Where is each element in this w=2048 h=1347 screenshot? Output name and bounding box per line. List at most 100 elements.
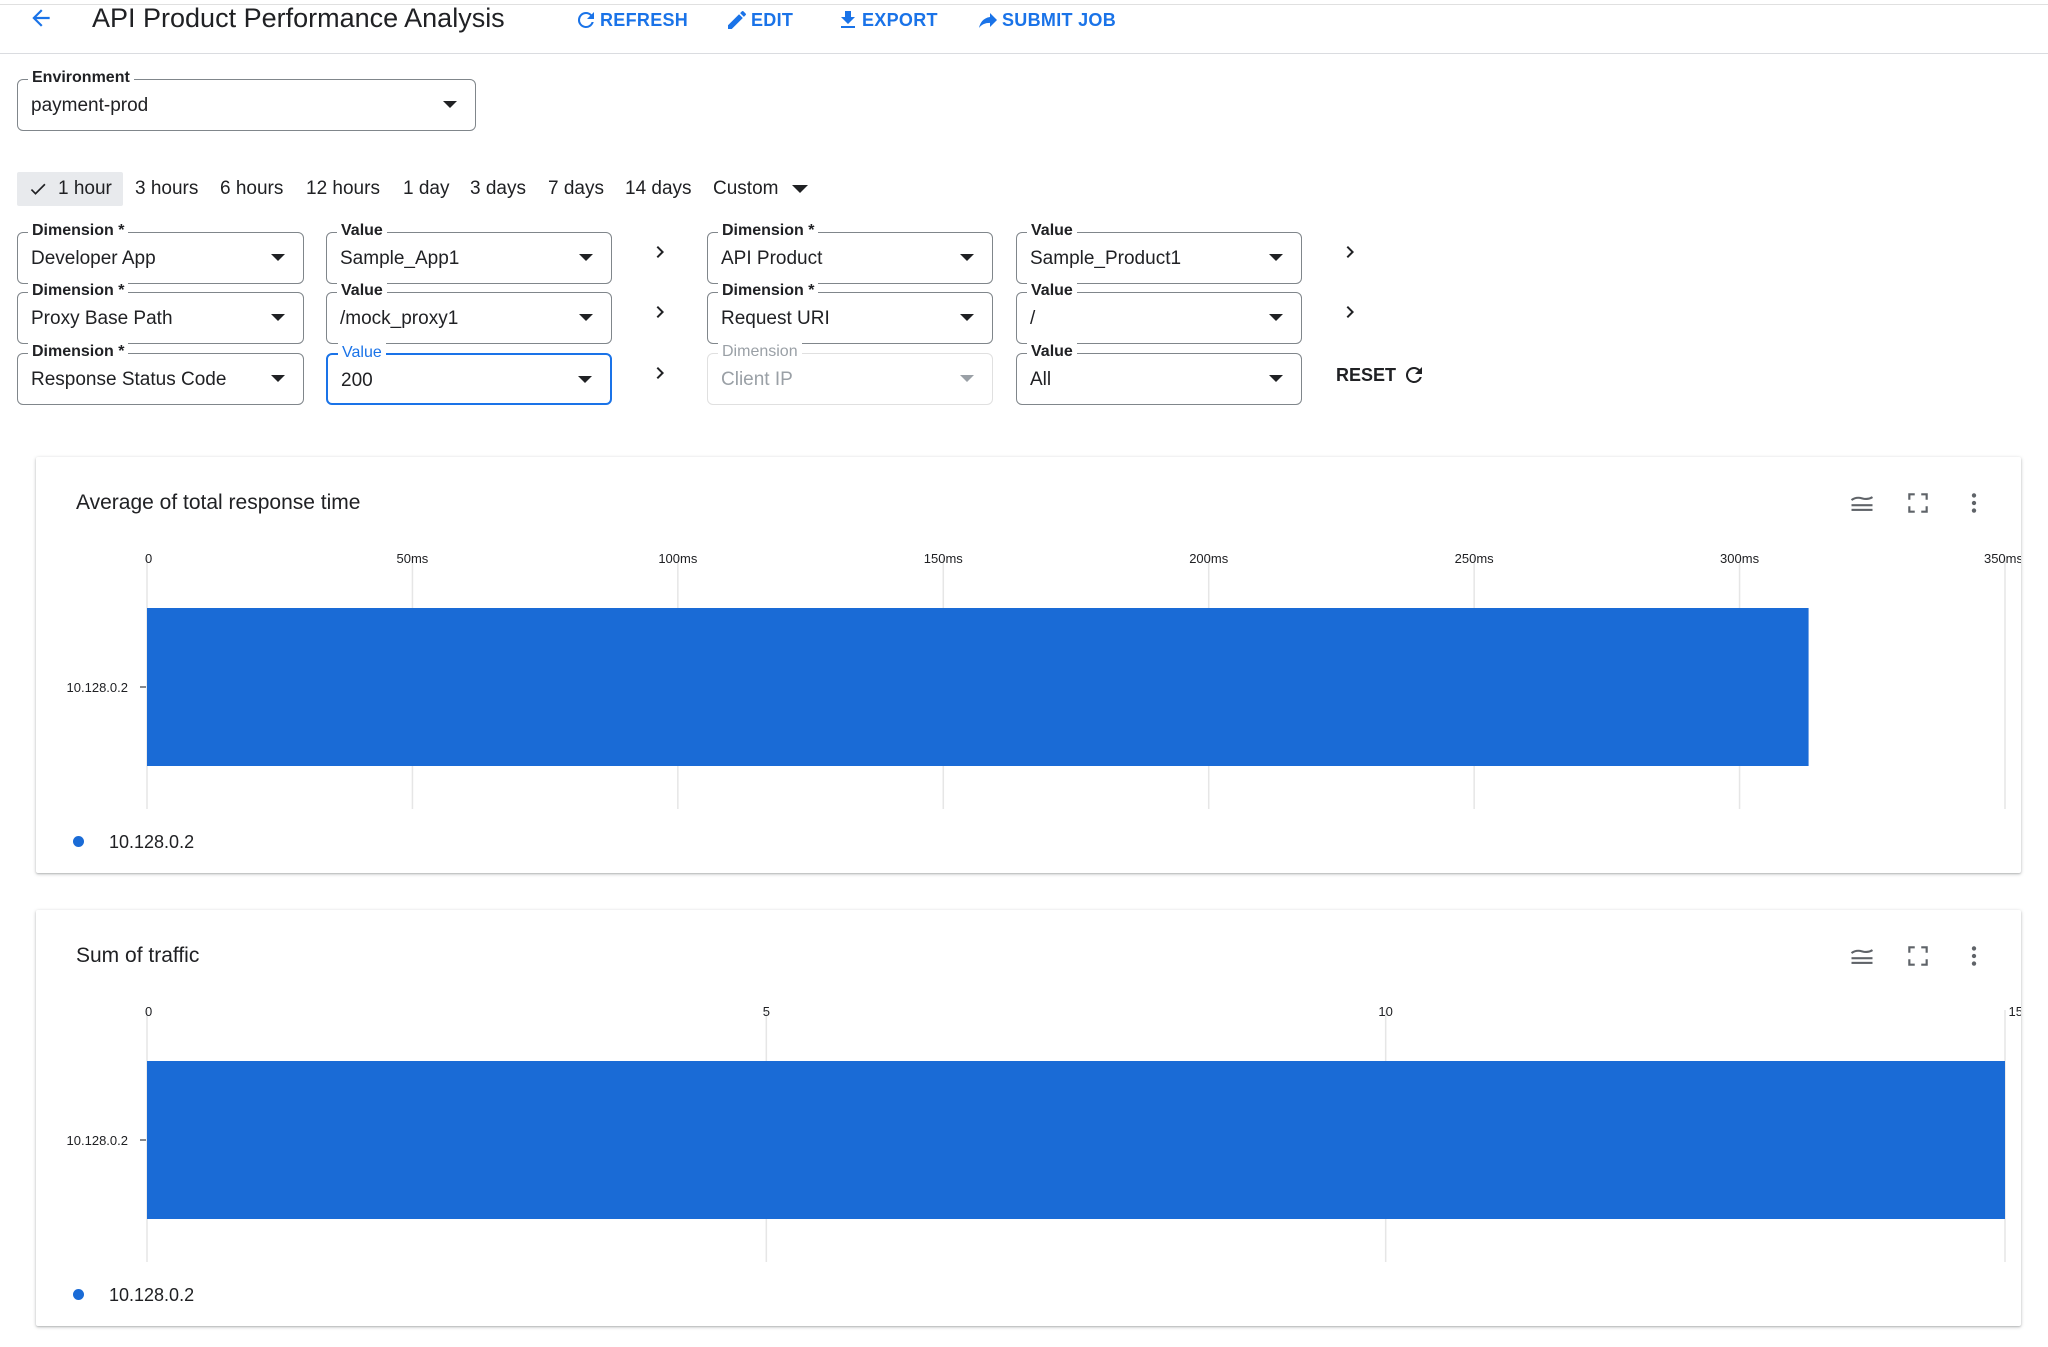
dropdown-caret-icon — [1269, 314, 1283, 321]
download-icon — [841, 11, 855, 28]
value-select-mock-proxy[interactable]: Value /mock_proxy1 — [326, 281, 612, 344]
dimension-select-api-product[interactable]: Dimension * API Product — [707, 221, 993, 284]
value-label: Value — [337, 221, 387, 241]
dimension-value: Response Status Code — [31, 369, 227, 390]
value-value: Sample_Product1 — [1030, 248, 1182, 269]
dimension-select-proxy-base-path[interactable]: Dimension * Proxy Base Path — [17, 281, 304, 344]
dropdown-caret-icon — [579, 314, 593, 321]
chevron-right-icon[interactable] — [648, 361, 672, 385]
dimension-select-developer-app[interactable]: Dimension * Developer App — [17, 221, 304, 284]
time-chip-label: 1 hour — [58, 178, 112, 199]
page-title: API Product Performance Analysis — [92, 3, 505, 33]
value-select-sample-app[interactable]: Value Sample_App1 — [326, 221, 612, 284]
chevron-right-icon[interactable] — [648, 240, 672, 264]
dropdown-caret-icon — [1269, 375, 1283, 382]
share-arrow-icon — [979, 13, 997, 28]
refresh-icon — [1405, 366, 1423, 383]
dimension-select-response-status-code[interactable]: Dimension * Response Status Code — [17, 342, 304, 405]
reset-label: RESET — [1336, 364, 1397, 385]
y-tick-label: 10.128.0.2 — [67, 680, 128, 695]
value-value: 200 — [341, 370, 373, 391]
dropdown-caret-icon — [960, 314, 974, 321]
value-select-request-uri[interactable]: Value / — [1016, 281, 1302, 344]
value-select-status-code[interactable]: Value 200 — [326, 343, 612, 405]
dropdown-caret-icon — [960, 375, 974, 382]
time-chip-custom[interactable]: Custom — [713, 172, 809, 206]
response-time-chart: 0 50ms 100ms 150ms 200ms 250ms 300ms 350ms 10.12… — [67, 551, 2021, 809]
value-value: /mock_proxy1 — [340, 308, 459, 329]
chevron-right-icon[interactable] — [1338, 300, 1362, 324]
bar — [147, 1061, 2005, 1219]
chevron-right-icon[interactable] — [1338, 240, 1362, 264]
export-button[interactable]: EXPORT — [836, 4, 938, 36]
chevron-right-icon[interactable] — [648, 300, 672, 324]
environment-select[interactable]: Environment payment-prod — [17, 68, 476, 131]
pencil-icon — [728, 10, 747, 30]
value-label: Value — [1027, 221, 1077, 241]
value-value: Sample_App1 — [340, 248, 460, 269]
time-chip-3-days[interactable]: 3 days — [470, 172, 526, 206]
value-select-sample-product[interactable]: Value Sample_Product1 — [1016, 221, 1302, 284]
dimension-select-client-ip: Dimension Client IP — [707, 342, 993, 405]
reset-button[interactable]: RESET — [1336, 360, 1426, 390]
x-tick-label: 300ms — [1720, 551, 1760, 566]
dimension-label: Dimension * — [28, 281, 129, 301]
edit-button[interactable]: EDIT — [725, 4, 793, 36]
dropdown-caret-icon — [271, 375, 285, 382]
value-value: / — [1030, 308, 1036, 329]
dimension-label: Dimension * — [718, 281, 819, 301]
legend-label[interactable]: 10.128.0.2 — [109, 832, 194, 853]
app-header: API Product Performance Analysis REFRESH… — [0, 0, 2048, 54]
dropdown-caret-icon — [960, 254, 974, 261]
chart-card-response-time: Average of total response time 0 50ms 100m… — [36, 457, 2021, 873]
time-chip-14-days[interactable]: 14 days — [625, 172, 692, 206]
dimension-select-request-uri[interactable]: Dimension * Request URI — [707, 281, 993, 344]
submit-job-label: SUBMIT JOB — [1002, 9, 1117, 30]
legend-dot — [73, 836, 84, 847]
value-select-client-ip[interactable]: Value All — [1016, 342, 1302, 405]
dimension-value: Request URI — [721, 308, 830, 329]
refresh-button[interactable]: REFRESH — [574, 4, 688, 36]
dropdown-caret-icon — [1269, 254, 1283, 261]
dimension-label: Dimension * — [28, 221, 129, 241]
dropdown-caret-icon — [271, 254, 285, 261]
time-chip-1-hour[interactable]: 1 hour — [17, 172, 123, 206]
y-tick-label: 10.128.0.2 — [67, 1133, 128, 1148]
time-chip-7-days[interactable]: 7 days — [548, 172, 604, 206]
x-tick-label: 200ms — [1189, 551, 1229, 566]
dimension-label: Dimension — [718, 342, 802, 362]
time-chip-3-hours[interactable]: 3 hours — [135, 172, 198, 206]
value-label: Value — [1027, 342, 1077, 362]
dropdown-caret-icon — [578, 376, 592, 383]
dimension-label: Dimension * — [28, 342, 129, 362]
time-chip-1-day[interactable]: 1 day — [403, 172, 449, 206]
value-label: Value — [338, 343, 386, 363]
dimension-value: API Product — [721, 248, 823, 269]
value-label: Value — [1027, 281, 1077, 301]
chart-card-traffic: Sum of traffic 0 5 10 15 10.128.0.2 10.128.0… — [36, 910, 2021, 1326]
time-chip-12-hours[interactable]: 12 hours — [306, 172, 380, 206]
value-label: Value — [337, 281, 387, 301]
time-chip-6-hours[interactable]: 6 hours — [220, 172, 283, 206]
back-arrow-icon[interactable] — [26, 2, 56, 34]
submit-job-button[interactable]: SUBMIT JOB — [976, 4, 1116, 36]
time-chip-label: Custom — [713, 178, 779, 199]
x-tick-label: 150ms — [924, 551, 964, 566]
legend-dot — [73, 1289, 84, 1300]
refresh-label: REFRESH — [600, 9, 689, 30]
x-tick-label: 10 — [1378, 1004, 1392, 1019]
x-tick-label: 5 — [763, 1004, 770, 1019]
bar — [147, 608, 1809, 766]
x-tick-label: 0 — [145, 551, 152, 566]
dimension-value: Developer App — [31, 248, 156, 269]
environment-label: Environment — [28, 68, 134, 88]
value-value: All — [1030, 369, 1052, 390]
export-label: EXPORT — [862, 9, 938, 30]
dropdown-caret-icon — [443, 101, 457, 108]
x-tick-label: 250ms — [1455, 551, 1495, 566]
legend-label[interactable]: 10.128.0.2 — [109, 1285, 194, 1306]
dimension-label: Dimension * — [718, 221, 819, 241]
dropdown-caret-icon — [271, 314, 285, 321]
x-tick-label: 350ms — [1984, 551, 2021, 566]
dropdown-caret-icon — [792, 185, 809, 193]
